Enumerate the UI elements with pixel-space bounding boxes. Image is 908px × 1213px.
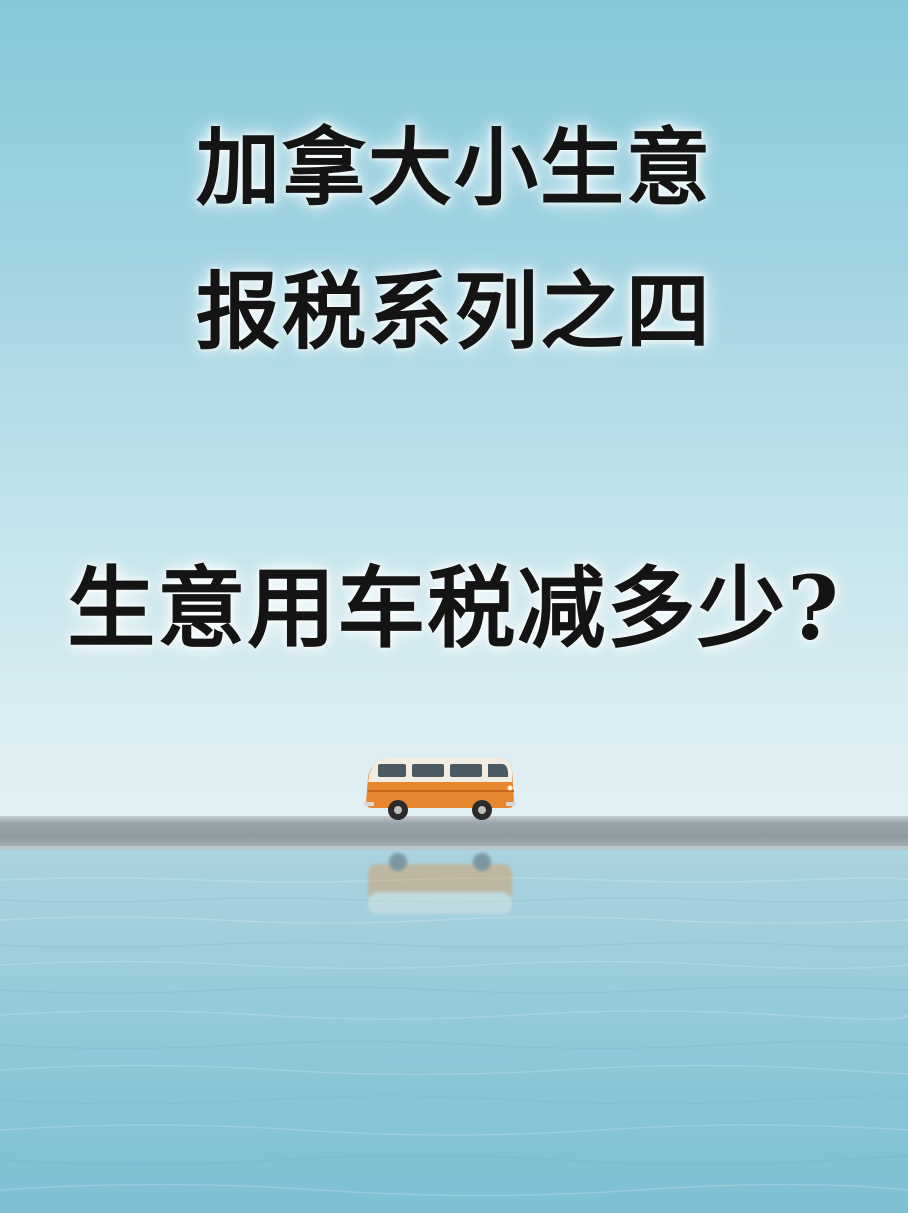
title-line-1: 加拿大小生意 bbox=[195, 118, 712, 217]
question-headline: 生意用车税减多少? bbox=[67, 556, 841, 660]
title-line-2: 报税系列之四 bbox=[195, 262, 712, 361]
van-icon bbox=[364, 758, 516, 820]
poster: 加拿大小生意 报税系列之四 生意用车税减多少? bbox=[0, 0, 908, 1213]
van-reflection bbox=[368, 853, 512, 914]
